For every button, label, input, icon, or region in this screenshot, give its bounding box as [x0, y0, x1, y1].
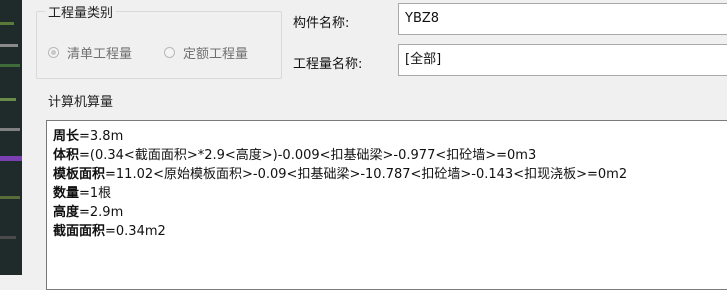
- calc-expr: =0.34m2: [105, 224, 166, 239]
- viewport-3d-strip[interactable]: [0, 0, 22, 275]
- radio-quota-quantity-label: 定额工程量: [183, 47, 249, 62]
- model-edge: [0, 64, 20, 67]
- component-name-field[interactable]: YBZ8: [398, 3, 727, 35]
- calc-key: 截面面积: [53, 224, 106, 239]
- model-edge: [0, 44, 18, 47]
- radio-bill-quantity[interactable]: 清单工程量: [48, 43, 132, 62]
- radio-unchecked-icon: [164, 47, 175, 58]
- calc-key: 高度: [53, 205, 80, 220]
- quantity-name-field[interactable]: [全部]: [398, 44, 727, 76]
- calc-line-formwork-area: 模板面积=11.02<原始模板面积>-0.09<扣基础梁>-10.787<扣砼墙…: [53, 165, 727, 184]
- radio-checked-icon: [48, 47, 59, 58]
- model-edge: [0, 156, 22, 161]
- model-edge: [0, 196, 20, 199]
- calc-line-perimeter: 周长=3.8m: [53, 127, 727, 146]
- radio-bill-quantity-label: 清单工程量: [67, 47, 133, 62]
- quantity-category-title: 工程量类别: [45, 2, 117, 21]
- quantity-name-label: 工程量名称:: [293, 57, 363, 72]
- calc-expr: =2.9m: [79, 205, 124, 220]
- model-edge: [0, 128, 20, 131]
- component-name-label: 构件名称:: [293, 16, 350, 31]
- calc-section-title: 计算机算量: [45, 91, 117, 110]
- model-edge: [0, 22, 14, 25]
- calc-expr: =3.8m: [79, 129, 124, 144]
- calc-result-textbox[interactable]: 周长=3.8m 体积=(0.34<截面面积>*2.9<高度>)-0.009<扣基…: [46, 120, 727, 290]
- calc-key: 周长: [53, 129, 80, 144]
- calc-key: 数量: [53, 186, 80, 201]
- model-edge: [0, 98, 16, 101]
- calc-expr: =(0.34<截面面积>*2.9<高度>)-0.009<扣基础梁>-0.977<…: [79, 148, 537, 163]
- calc-line-volume: 体积=(0.34<截面面积>*2.9<高度>)-0.009<扣基础梁>-0.97…: [53, 146, 727, 165]
- calc-line-height: 高度=2.9m: [53, 203, 727, 222]
- calc-expr: =11.02<原始模板面积>-0.09<扣基础梁>-10.787<扣砼墙>-0.…: [105, 167, 628, 182]
- radio-quota-quantity[interactable]: 定额工程量: [164, 43, 248, 62]
- calc-key: 体积: [53, 148, 80, 163]
- calc-key: 模板面积: [53, 167, 106, 182]
- calc-line-section-area: 截面面积=0.34m2: [53, 222, 727, 241]
- model-edge: [0, 236, 16, 239]
- calc-expr: =1根: [79, 186, 112, 201]
- calc-line-count: 数量=1根: [53, 184, 727, 203]
